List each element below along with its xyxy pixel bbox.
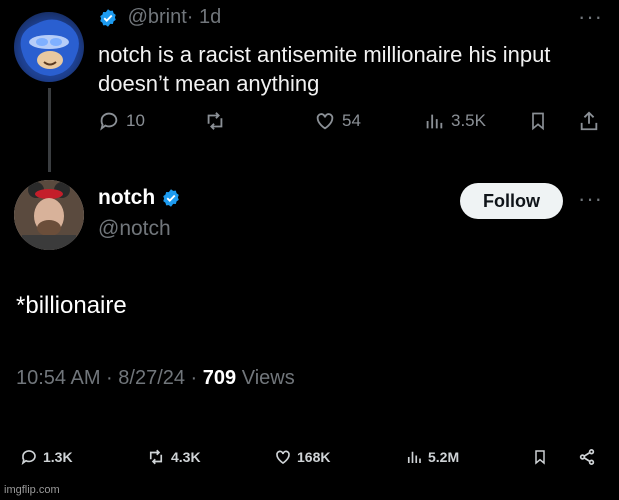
views-icon	[407, 451, 421, 463]
main-views-button[interactable]: 5.2M	[405, 448, 459, 466]
reply-share-button[interactable]	[578, 110, 600, 132]
reply-icon	[100, 112, 118, 131]
reply-bookmark-button[interactable]	[528, 110, 548, 132]
main-more-button[interactable]: ···	[578, 186, 603, 212]
main-display-name[interactable]: notch	[98, 186, 155, 210]
reply-text: notch is a racist antisemite millionaire…	[98, 42, 551, 96]
reply-views-button[interactable]: 3.5K	[423, 110, 486, 132]
like-icon	[316, 113, 334, 130]
main-timestamp-row: 10:54 AM · 8/27/24 · 709 Views	[16, 367, 295, 390]
bookmark-icon	[532, 112, 544, 131]
notch-avatar-image	[14, 180, 84, 250]
reply-reply-count: 10	[126, 111, 145, 130]
reply-avatar[interactable]	[14, 12, 84, 82]
main-repost-button[interactable]: 4.3K	[146, 448, 201, 466]
main-reply-button[interactable]: 1.3K	[20, 448, 73, 466]
main-views-count: 709	[202, 367, 237, 389]
reply-more-button[interactable]: ···	[578, 4, 603, 30]
imgflip-watermark: imgflip.com	[4, 484, 60, 496]
reply-like-button[interactable]: 54	[314, 110, 361, 132]
reply-like-count: 54	[342, 111, 361, 130]
main-avatar[interactable]	[14, 180, 84, 250]
follow-button[interactable]: Follow	[460, 183, 563, 219]
main-views-label: Views	[236, 367, 295, 389]
main-handle[interactable]: @notch	[98, 217, 171, 241]
verified-badge-icon	[100, 8, 116, 27]
reply-views-count: 3.5K	[451, 111, 486, 130]
reply-meta: @brint· 1d	[98, 6, 221, 29]
sonic-avatar-image	[20, 19, 79, 77]
reply-reply-button[interactable]: 10	[98, 110, 145, 132]
main-display-name-row: notch	[98, 186, 181, 210]
main-reply-count: 1.3K	[43, 449, 73, 465]
reply-icon	[21, 450, 36, 466]
share-icon	[579, 449, 595, 465]
reply-repost-button[interactable]	[203, 110, 227, 132]
main-action-bar: 1.3K 4.3K 168K 5.2M	[0, 448, 619, 472]
repost-icon	[149, 449, 163, 465]
repost-icon	[207, 112, 223, 130]
main-like-button[interactable]: 168K	[274, 448, 330, 466]
views-icon	[426, 114, 443, 129]
main-like-count: 168K	[297, 449, 331, 465]
reply-time[interactable]: · 1d	[187, 6, 221, 28]
verified-badge-icon	[163, 189, 179, 207]
main-repost-count: 4.3K	[171, 449, 201, 465]
main-tweet-text: *billionaire	[16, 292, 127, 319]
reply-action-bar: 10 54 3.5K	[98, 110, 608, 140]
main-views-stat: 5.2M	[428, 449, 460, 465]
main-timestamp[interactable]: 10:54 AM · 8/27/24 ·	[16, 367, 203, 389]
main-share-button[interactable]	[578, 448, 596, 466]
like-icon	[276, 450, 290, 464]
thread-connector-line	[48, 88, 51, 172]
main-bookmark-button[interactable]	[532, 448, 548, 466]
share-icon	[580, 111, 598, 131]
bookmark-icon	[535, 450, 545, 465]
reply-handle[interactable]: @brint	[128, 6, 187, 28]
